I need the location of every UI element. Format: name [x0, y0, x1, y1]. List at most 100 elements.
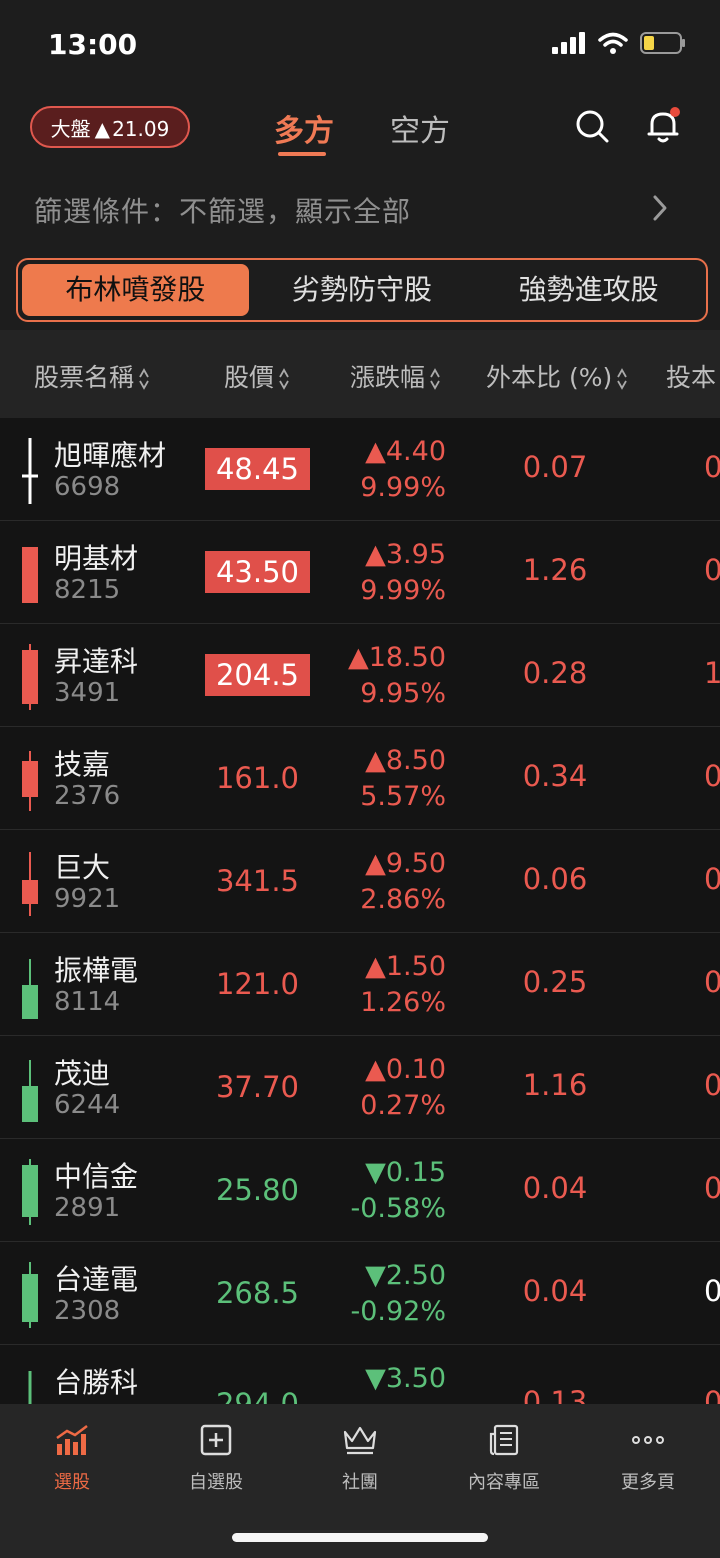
- stock-change: ▲3.95 9.99%: [360, 537, 446, 609]
- table-row[interactable]: 台達電 2308 268.5 ▼2.50 -0.92% 0.04 0: [0, 1242, 720, 1345]
- segment-strong-attack[interactable]: 強勢進攻股: [475, 264, 702, 316]
- table-row[interactable]: 技嘉 2376 161.0 ▲8.50 5.57% 0.34 0: [0, 727, 720, 830]
- stock-price: 48.45: [205, 448, 310, 490]
- foreign-ratio: 1.16: [522, 1068, 588, 1102]
- nav-community[interactable]: 社團: [288, 1424, 432, 1494]
- stock-name: 台勝科: [54, 1366, 139, 1399]
- stock-price: 161.0: [215, 761, 300, 795]
- stock-price: 294.0: [215, 1387, 300, 1404]
- stock-change: ▲9.50 2.86%: [360, 846, 446, 918]
- filter-bar[interactable]: 篩選條件：不篩選，顯示全部: [0, 168, 720, 250]
- invest-ratio: 0: [704, 1171, 720, 1205]
- change-percent: -0.92%: [350, 1296, 446, 1327]
- foreign-ratio: 0.25: [522, 965, 588, 999]
- col-header-ratio[interactable]: 外本比 (%): [486, 358, 628, 394]
- invest-ratio: 0: [704, 759, 720, 793]
- nav-content[interactable]: 內容專區: [432, 1424, 576, 1494]
- candlestick-icon: [22, 1262, 38, 1328]
- stock-change: ▼2.50 -0.92%: [350, 1258, 446, 1330]
- table-header: 股票名稱 股價 漲跌幅 外本比 (%) 投本: [0, 330, 720, 418]
- change-percent: 9.99%: [360, 575, 446, 606]
- stock-list[interactable]: 旭暉應材 6698 48.45 ▲4.40 9.99% 0.07 0 明基材 82…: [0, 418, 720, 1404]
- change-percent: 1.26%: [360, 987, 446, 1018]
- change-amount: ▲1.50: [365, 951, 446, 982]
- tab-short[interactable]: 空方: [390, 106, 450, 150]
- col-header-name[interactable]: 股票名稱: [34, 358, 150, 394]
- stock-name: 旭暉應材: [54, 439, 167, 472]
- status-time: 13:00: [48, 28, 138, 61]
- news-icon: [489, 1424, 519, 1456]
- foreign-ratio: 0.07: [522, 450, 588, 484]
- invest-ratio: 0: [704, 450, 720, 484]
- nav-watchlist[interactable]: 自選股: [144, 1424, 288, 1494]
- stock-name: 明基材: [54, 542, 139, 575]
- search-icon[interactable]: [574, 108, 610, 144]
- change-percent: 9.99%: [360, 472, 446, 503]
- table-row[interactable]: 茂迪 6244 37.70 ▲0.10 0.27% 1.16 0: [0, 1036, 720, 1139]
- nav-more[interactable]: 更多頁: [576, 1424, 720, 1494]
- col-header-invest[interactable]: 投本: [666, 358, 716, 394]
- stock-code: 9921: [54, 884, 121, 914]
- stock-code: 8114: [54, 987, 121, 1017]
- stock-price: 204.5: [205, 654, 310, 696]
- table-row[interactable]: 振樺電 8114 121.0 ▲1.50 1.26% 0.25 0: [0, 933, 720, 1036]
- candlestick-icon: [22, 751, 38, 811]
- change-amount: ▲9.50: [365, 848, 446, 879]
- table-row[interactable]: 台勝科 294.0 ▼3.50 0.13 0: [0, 1345, 720, 1404]
- chart-bars-icon: [56, 1425, 88, 1455]
- stock-code: 8215: [54, 575, 121, 605]
- filter-condition-text: 篩選條件：不篩選，顯示全部: [34, 195, 412, 228]
- foreign-ratio: 0.04: [522, 1171, 588, 1205]
- bell-icon[interactable]: [644, 106, 684, 146]
- col-header-price[interactable]: 股價: [224, 358, 290, 394]
- stock-change: ▲4.40 9.99%: [360, 434, 446, 506]
- stock-change: ▼0.15 -0.58%: [350, 1155, 446, 1227]
- foreign-ratio: 0.06: [522, 862, 588, 896]
- change-percent: 5.57%: [360, 781, 446, 812]
- nav-label: 更多頁: [621, 1472, 675, 1493]
- table-row[interactable]: 昇達科 3491 204.5 ▲18.50 9.95% 0.28 1: [0, 624, 720, 727]
- market-index-badge[interactable]: 大盤 ▲ 21.09: [30, 106, 190, 148]
- foreign-ratio: 0.04: [522, 1274, 588, 1308]
- header: 大盤 ▲ 21.09 多方 空方: [0, 90, 720, 168]
- change-amount: ▲4.40: [365, 436, 446, 467]
- table-row[interactable]: 明基材 8215 43.50 ▲3.95 9.99% 1.26 0: [0, 521, 720, 624]
- more-dots-icon: [632, 1436, 664, 1444]
- segment-bollinger-breakout[interactable]: 布林噴發股: [22, 264, 249, 316]
- add-square-icon: [200, 1424, 232, 1456]
- segment-weak-defense[interactable]: 劣勢防守股: [249, 264, 476, 316]
- stock-price: 268.5: [215, 1276, 300, 1310]
- stock-price: 37.70: [215, 1070, 300, 1104]
- change-amount: ▲8.50: [365, 745, 446, 776]
- strategy-segment-control: 布林噴發股 劣勢防守股 強勢進攻股: [16, 258, 708, 322]
- nav-label: 選股: [54, 1472, 90, 1493]
- nav-stock-picker[interactable]: 選股: [0, 1424, 144, 1494]
- battery-icon: [640, 32, 685, 54]
- table-row[interactable]: 中信金 2891 25.80 ▼0.15 -0.58% 0.04 0: [0, 1139, 720, 1242]
- tab-long[interactable]: 多方: [274, 106, 334, 150]
- candlestick-icon: [22, 1060, 38, 1122]
- stock-price: 25.80: [215, 1173, 300, 1207]
- change-amount: ▼0.15: [365, 1157, 446, 1188]
- candlestick-icon: [28, 1371, 32, 1404]
- change-amount: ▼2.50: [365, 1260, 446, 1291]
- col-price-label: 股價: [224, 363, 275, 392]
- table-row[interactable]: 巨大 9921 341.5 ▲9.50 2.86% 0.06 0: [0, 830, 720, 933]
- stock-name: 巨大: [54, 851, 111, 884]
- change-percent: 0.27%: [360, 1090, 446, 1121]
- stock-code: 6244: [54, 1090, 121, 1120]
- home-indicator[interactable]: [232, 1533, 488, 1542]
- chevron-right-icon: [653, 195, 667, 221]
- stock-code: 3491: [54, 678, 121, 708]
- table-row[interactable]: 旭暉應材 6698 48.45 ▲4.40 9.99% 0.07 0: [0, 418, 720, 521]
- stock-change: ▲8.50 5.57%: [360, 743, 446, 815]
- sort-icon: [430, 368, 440, 390]
- candlestick-icon: [22, 547, 38, 603]
- col-header-change[interactable]: 漲跌幅: [350, 358, 441, 394]
- foreign-ratio: 0.13: [522, 1385, 588, 1404]
- crown-icon: [343, 1426, 377, 1455]
- invest-ratio: 0: [704, 1385, 720, 1404]
- invest-ratio: 0: [704, 1068, 720, 1102]
- status-bar: 13:00: [0, 0, 720, 90]
- candlestick-icon: [22, 852, 38, 916]
